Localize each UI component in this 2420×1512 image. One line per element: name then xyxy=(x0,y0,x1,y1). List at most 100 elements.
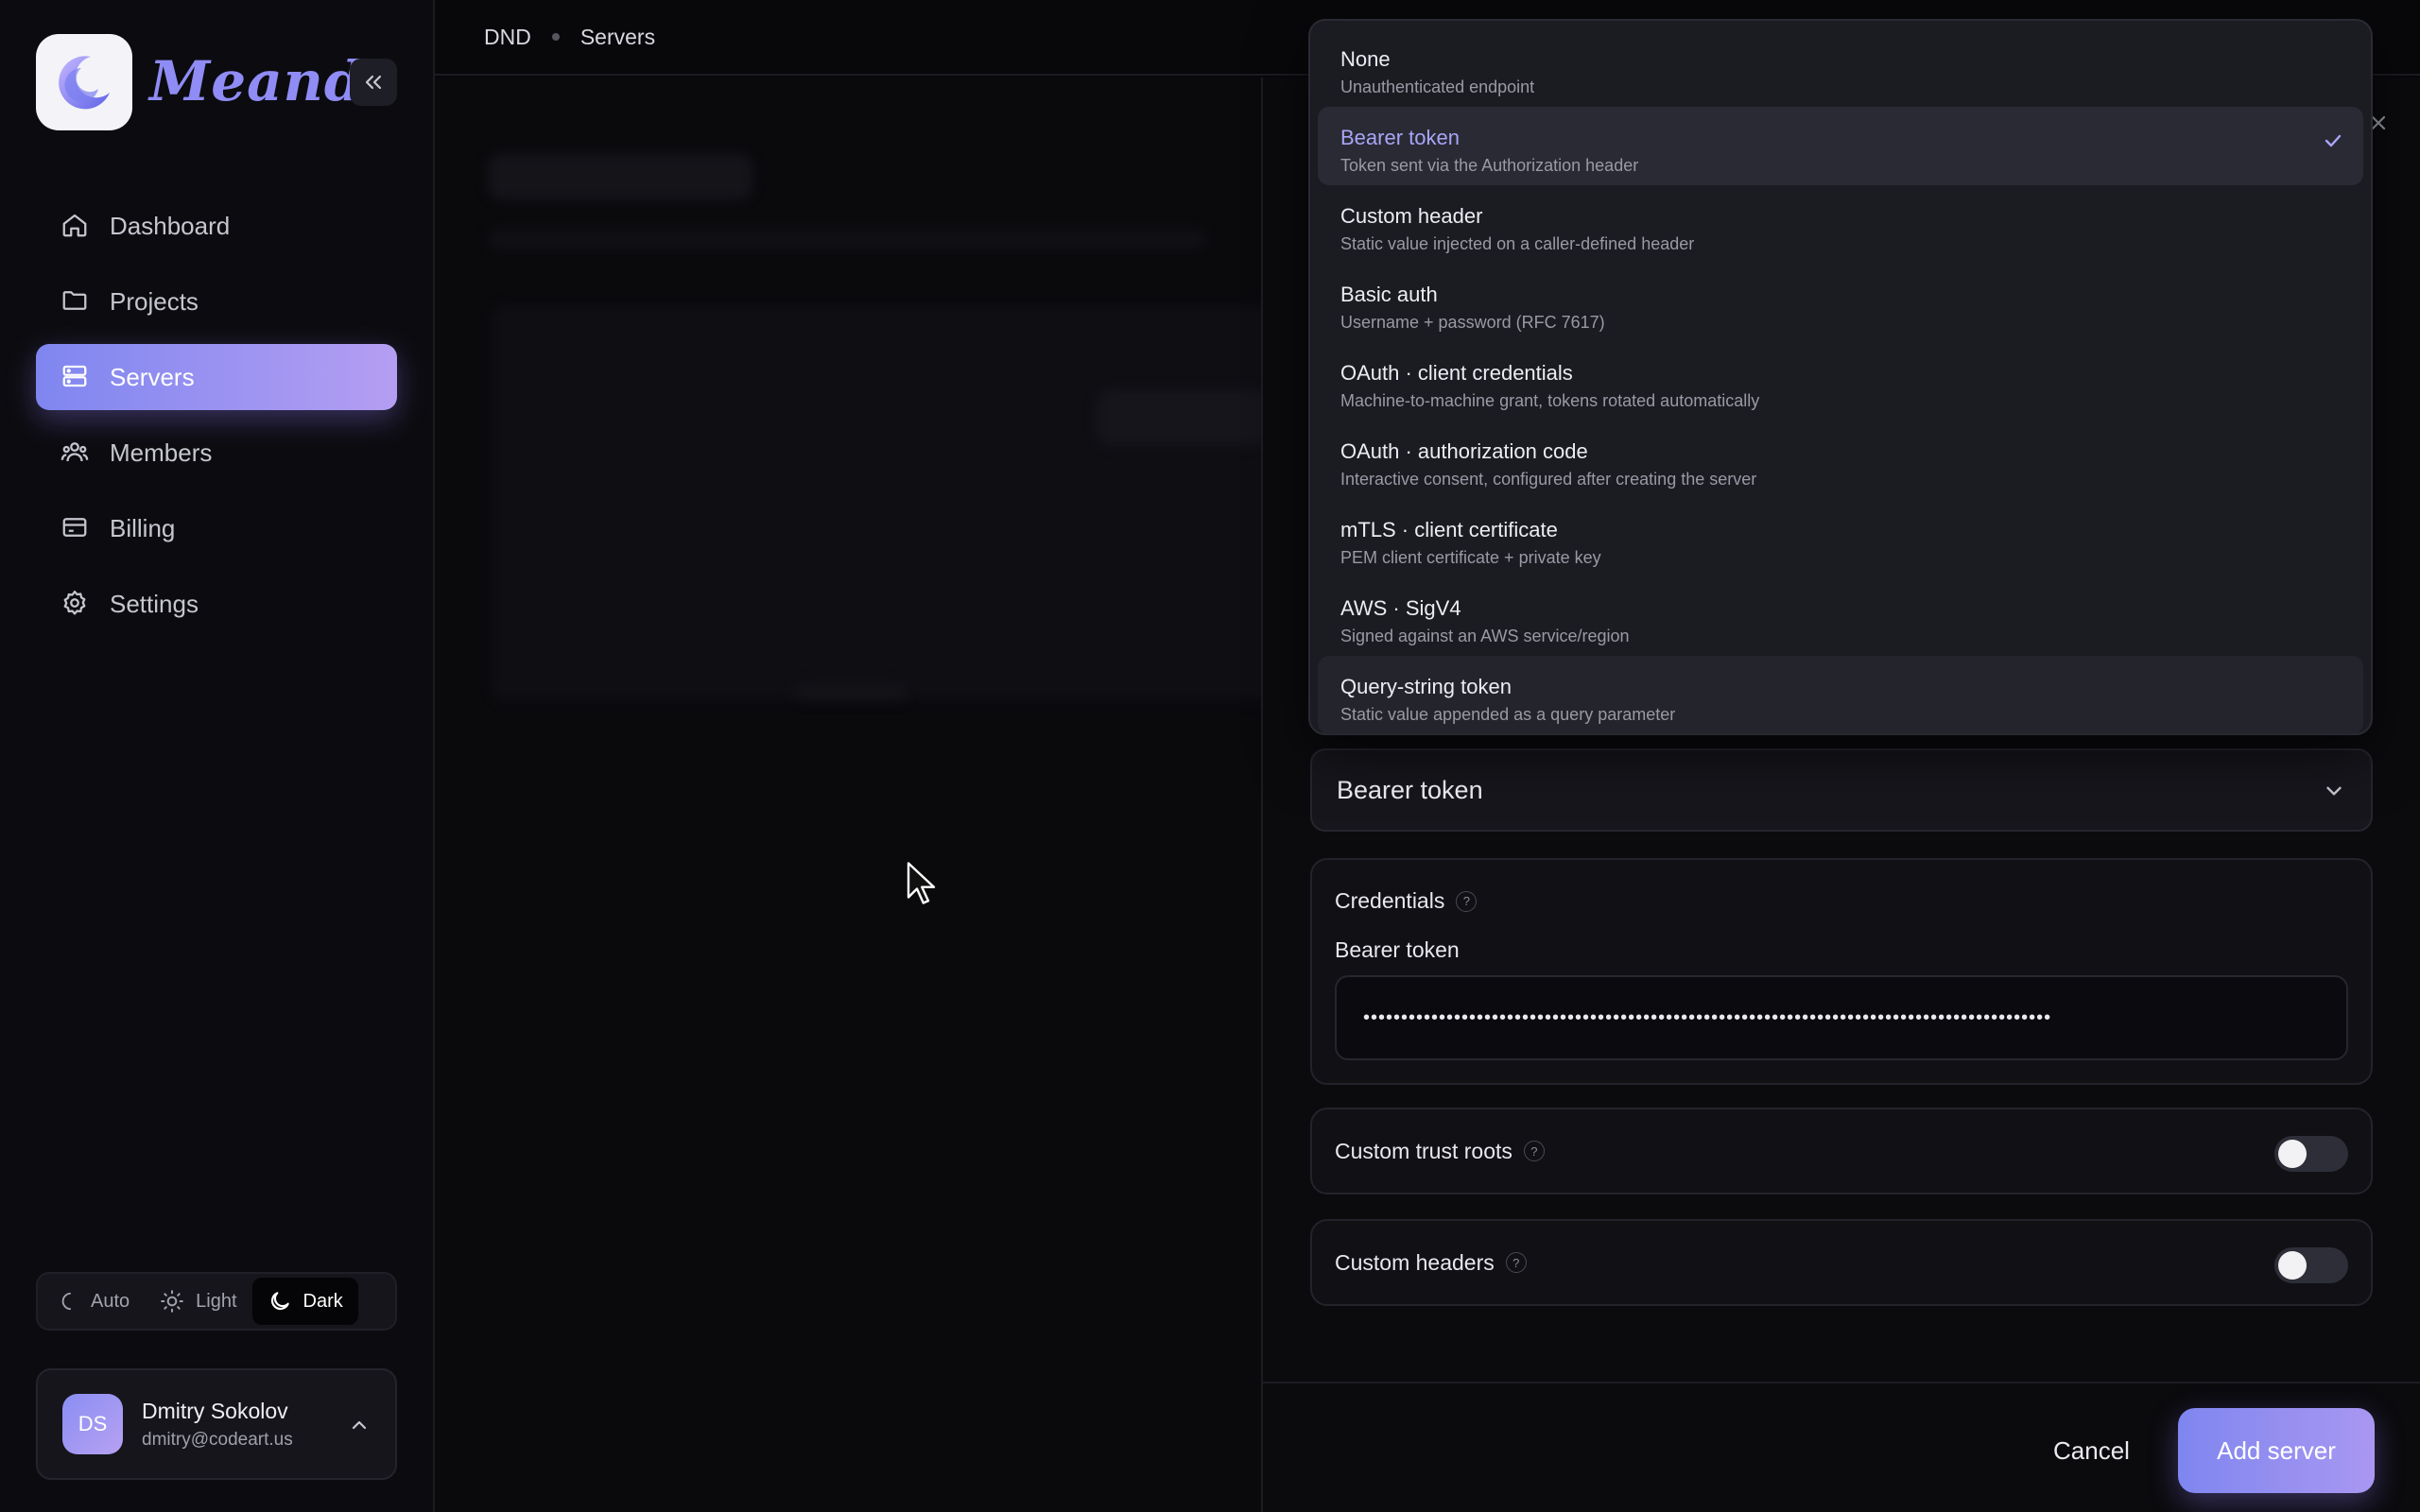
folder-icon xyxy=(60,286,91,317)
blurred-panel xyxy=(492,304,1261,701)
credentials-title-text: Credentials xyxy=(1335,888,1445,913)
theme-switcher: Auto Light Dark xyxy=(36,1272,397,1331)
option-title: None xyxy=(1340,47,1391,71)
breadcrumb-separator xyxy=(551,33,560,41)
sidebar-item-label: Dashboard xyxy=(110,211,231,240)
sidebar-item-dashboard[interactable]: Dashboard xyxy=(36,193,397,259)
theme-option-label: Light xyxy=(196,1290,237,1312)
auth-option-custom-header[interactable]: Custom header Static value injected on a… xyxy=(1318,185,2363,264)
toggle-knob xyxy=(2278,1140,2307,1168)
sidebar-item-label: Servers xyxy=(110,362,195,391)
sidebar-item-label: Settings xyxy=(110,589,199,618)
sidebar-item-settings[interactable]: Settings xyxy=(36,571,397,637)
theme-option-auto[interactable]: Auto xyxy=(43,1278,145,1325)
auth-option-oauth-client-credentials[interactable]: OAuth · client credentials Machine-to-ma… xyxy=(1318,342,2363,421)
sidebar-item-label: Projects xyxy=(110,286,199,316)
sidebar-item-servers[interactable]: Servers xyxy=(36,344,397,410)
user-email: dmitry@codeart.us xyxy=(142,1429,293,1450)
gear-icon xyxy=(60,589,91,619)
page-background-blurred xyxy=(435,77,1261,1512)
sidebar-item-billing[interactable]: Billing xyxy=(36,495,397,561)
auth-method-dropdown: None Unauthenticated endpoint Bearer tok… xyxy=(1308,19,2373,735)
auth-method-select[interactable]: Bearer token xyxy=(1310,748,2373,832)
toggle-knob xyxy=(2278,1251,2307,1280)
custom-headers-toggle[interactable] xyxy=(2274,1247,2348,1283)
app-logo[interactable] xyxy=(36,34,132,130)
chevron-down-icon xyxy=(2326,786,2342,796)
theme-option-dark[interactable]: Dark xyxy=(251,1278,358,1325)
option-description: Signed against an AWS service/region xyxy=(1340,627,1630,645)
theme-option-light[interactable]: Light xyxy=(145,1278,251,1325)
option-title: Bearer token xyxy=(1340,126,1460,149)
breadcrumb-org[interactable]: DND xyxy=(484,25,531,50)
blurred-subtitle xyxy=(488,229,1206,249)
theme-option-label: Dark xyxy=(302,1290,343,1312)
help-icon[interactable]: ? xyxy=(1456,890,1478,912)
collapse-sidebar-button[interactable] xyxy=(350,59,397,106)
theme-option-label: Auto xyxy=(91,1290,130,1312)
help-icon[interactable]: ? xyxy=(1505,1252,1527,1273)
breadcrumb-page[interactable]: Servers xyxy=(580,25,655,50)
double-chevron-left-icon xyxy=(365,75,382,90)
credit-card-icon xyxy=(60,513,91,543)
sidebar-nav: Dashboard Projects Servers Members Billi… xyxy=(36,193,397,646)
custom-trust-roots-toggle[interactable] xyxy=(2274,1136,2348,1172)
option-title: OAuth · authorization code xyxy=(1340,439,1588,463)
members-icon xyxy=(60,438,91,468)
auth-method-selected-value: Bearer token xyxy=(1337,775,1483,804)
custom-headers-label: Custom headers xyxy=(1335,1249,1495,1275)
add-server-button[interactable]: Add server xyxy=(2178,1408,2375,1493)
sidebar-item-projects[interactable]: Projects xyxy=(36,268,397,335)
option-title: OAuth · client credentials xyxy=(1340,361,1573,385)
bearer-token-input[interactable]: ••••••••••••••••••••••••••••••••••••••••… xyxy=(1335,975,2348,1060)
option-title: mTLS · client certificate xyxy=(1340,518,1558,541)
sun-icon xyxy=(161,1290,183,1313)
cancel-button[interactable]: Cancel xyxy=(2029,1418,2154,1484)
user-menu[interactable]: DS Dmitry Sokolov dmitry@codeart.us xyxy=(36,1368,397,1480)
custom-headers-row: Custom headers ? xyxy=(1310,1219,2373,1306)
blurred-title xyxy=(488,153,752,200)
auth-option-mtls[interactable]: mTLS · client certificate PEM client cer… xyxy=(1318,499,2363,577)
credentials-title: Credentials ? xyxy=(1335,888,1478,914)
chevron-up-icon xyxy=(352,1420,367,1430)
auth-option-query-string-token[interactable]: Query-string token Static value appended… xyxy=(1318,656,2363,734)
user-name: Dmitry Sokolov xyxy=(142,1398,288,1423)
option-description: PEM client certificate + private key xyxy=(1340,548,1601,567)
auth-option-none[interactable]: None Unauthenticated endpoint xyxy=(1318,28,2363,107)
bearer-token-label: Bearer token xyxy=(1335,937,1460,962)
sidebar-item-label: Billing xyxy=(110,513,176,542)
option-title: Basic auth xyxy=(1340,283,1438,306)
server-icon xyxy=(60,362,91,392)
option-description: Machine-to-machine grant, tokens rotated… xyxy=(1340,391,1760,410)
half-circle-icon xyxy=(61,1292,71,1311)
checkmark-icon xyxy=(2325,134,2342,147)
auth-option-bearer-token[interactable]: Bearer token Token sent via the Authoriz… xyxy=(1318,107,2363,185)
avatar: DS xyxy=(62,1394,123,1454)
custom-trust-roots-label: Custom trust roots xyxy=(1335,1138,1512,1163)
sidebar-item-label: Members xyxy=(110,438,213,467)
moon-icon xyxy=(270,1292,289,1311)
option-description: Username + password (RFC 7617) xyxy=(1340,313,1605,332)
home-icon xyxy=(60,211,91,241)
option-description: Static value appended as a query paramet… xyxy=(1340,705,1676,724)
credentials-section: Credentials ? Bearer token •••••••••••••… xyxy=(1310,858,2373,1085)
option-description: Token sent via the Authorization header xyxy=(1340,156,1639,175)
option-description: Interactive consent, configured after cr… xyxy=(1340,470,1757,489)
option-title: AWS · SigV4 xyxy=(1340,596,1461,620)
option-title: Query-string token xyxy=(1340,675,1512,698)
help-icon[interactable]: ? xyxy=(1523,1141,1545,1161)
drawer-footer: Cancel Add server xyxy=(1263,1382,2420,1512)
option-description: Static value injected on a caller-define… xyxy=(1340,234,1695,253)
crescent-moon-logo-icon xyxy=(59,56,110,110)
blurred-footer-text xyxy=(794,682,908,701)
mouse-cursor-icon xyxy=(907,862,936,904)
custom-trust-roots-row: Custom trust roots ? xyxy=(1310,1108,2373,1194)
option-description: Unauthenticated endpoint xyxy=(1340,77,1535,96)
auth-option-basic-auth[interactable]: Basic auth Username + password (RFC 7617… xyxy=(1318,264,2363,342)
user-info: Dmitry Sokolov dmitry@codeart.us xyxy=(142,1399,293,1451)
auth-option-oauth-authorization-code[interactable]: OAuth · authorization code Interactive c… xyxy=(1318,421,2363,499)
auth-option-aws-sigv4[interactable]: AWS · SigV4 Signed against an AWS servic… xyxy=(1318,577,2363,656)
sidebar: Meandr Dashboard Projects Servers Member… xyxy=(0,0,435,1512)
option-title: Custom header xyxy=(1340,204,1483,228)
sidebar-item-members[interactable]: Members xyxy=(36,420,397,486)
